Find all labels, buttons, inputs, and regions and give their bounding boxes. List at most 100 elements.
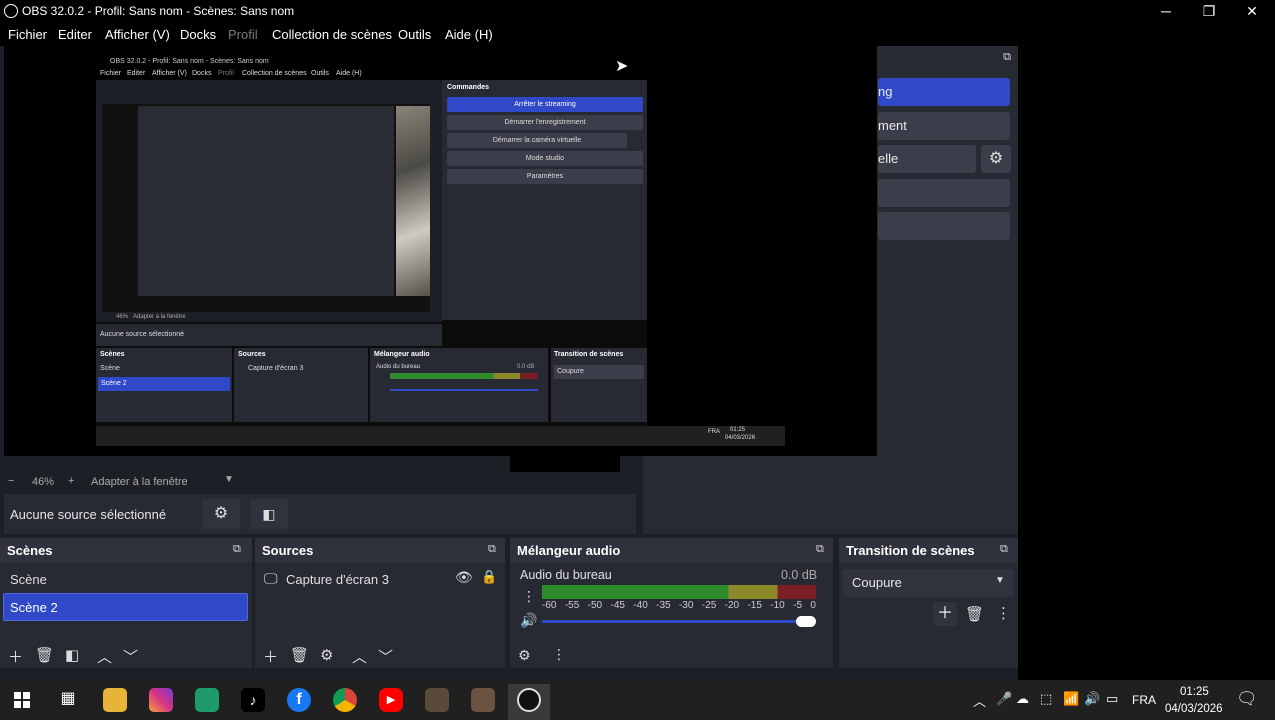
dock-float-icon[interactable]: ⧉ [233, 543, 241, 556]
maximize-button[interactable]: ❐ [1187, 1, 1231, 21]
meter-tick: -20 [724, 600, 740, 611]
meter-tick: 0 [810, 600, 816, 611]
menu-editer[interactable]: Editer [58, 27, 92, 42]
scene-item[interactable]: Scène [10, 572, 47, 587]
move-up-icon[interactable]: ︿ [352, 646, 367, 667]
wifi-icon[interactable]: 📶 [1063, 691, 1079, 707]
volume-icon[interactable]: 🔊 [1084, 691, 1100, 707]
move-down-icon[interactable]: ﹀ [378, 646, 393, 667]
scene-filters-icon[interactable]: ◧ [65, 646, 79, 664]
transition-menu-icon[interactable]: ⋮ [996, 604, 1011, 622]
battery-icon[interactable]: ▭ [1106, 691, 1118, 707]
inner-source: Capture d'écran 3 [248, 365, 304, 372]
dock-float-icon[interactable]: ⧉ [488, 543, 496, 556]
meter-tick: -10 [770, 600, 785, 611]
obs-logo-icon [4, 4, 18, 18]
studio-mode-button[interactable] [878, 179, 1010, 207]
store-icon[interactable] [195, 688, 219, 712]
clock-date[interactable]: 04/03/2026 [1165, 703, 1223, 715]
fit-window-select[interactable]: Adapter à la fenêtre [91, 476, 188, 488]
volume-slider-handle[interactable] [796, 616, 816, 627]
facebook-icon[interactable]: f [287, 688, 311, 712]
dock-float-icon[interactable]: ⧉ [1000, 543, 1008, 556]
volume-slider-track[interactable] [542, 620, 816, 623]
game-icon[interactable] [471, 688, 495, 712]
inner-menu-item: Editer [127, 70, 146, 77]
source-filters-icon[interactable]: ◧ [250, 499, 288, 529]
remove-transition-icon[interactable]: 🗑 [965, 605, 984, 623]
nested-obs [138, 106, 394, 296]
inner-menu-item: Aide (H) [336, 70, 362, 77]
inner-command: Paramètres [447, 169, 643, 184]
chevron-down-icon[interactable]: ▼ [224, 474, 234, 485]
meter-tick: -5 [793, 600, 803, 611]
notification-icon[interactable]: 🗨 [1236, 689, 1258, 709]
minimize-button[interactable]: ─ [1144, 1, 1188, 21]
move-down-icon[interactable]: ﹀ [123, 646, 138, 667]
source-item[interactable]: Capture d'écran 3 [286, 572, 389, 587]
source-properties-icon[interactable]: ⚙ [320, 646, 333, 664]
microphone-icon[interactable]: 🎤 [996, 691, 1012, 707]
mixer-menu-icon[interactable]: ⋮ [552, 646, 566, 663]
add-source-icon[interactable]: ＋ [263, 646, 278, 667]
file-explorer-icon[interactable] [103, 688, 127, 712]
remove-source-icon[interactable]: 🗑 [290, 646, 309, 664]
start-recording-button[interactable]: ment [878, 112, 1010, 140]
virtual-camera-settings-icon[interactable]: ⚙ [981, 145, 1011, 173]
inner-menu-item: Fichier [100, 70, 122, 77]
stop-streaming-button[interactable]: ng [878, 78, 1010, 106]
zoom-out-button[interactable]: − [8, 475, 14, 487]
settings-button[interactable] [878, 212, 1010, 240]
menu-outils[interactable]: Outils [398, 27, 431, 42]
remove-scene-icon[interactable]: 🗑 [35, 646, 54, 664]
meter-tick: -50 [587, 600, 603, 611]
meter-tick: -30 [678, 600, 694, 611]
start-icon[interactable] [14, 692, 30, 708]
audio-options-icon[interactable]: ⋮ [522, 588, 536, 605]
virtual-camera-button[interactable]: elle [878, 145, 976, 173]
cloud-icon[interactable]: ☁ [1016, 691, 1029, 707]
add-transition-icon[interactable]: ＋ [933, 602, 957, 626]
speaker-icon[interactable]: 🔊 [520, 612, 537, 629]
camera-icon[interactable]: ⬚ [1040, 691, 1052, 707]
chevron-down-icon[interactable]: ▼ [995, 575, 1005, 586]
move-up-icon[interactable]: ︿ [97, 646, 112, 667]
instagram-icon[interactable] [149, 688, 173, 712]
clock-time[interactable]: 01:25 [1180, 686, 1209, 698]
inner-command: Arrêter le streaming [447, 97, 643, 112]
nested-wallpaper [396, 106, 430, 296]
youtube-icon[interactable]: ▶ [379, 688, 403, 712]
mixer-settings-icon[interactable]: ⚙ [518, 647, 531, 664]
title-bar: OBS 32.0.2 - Profil: Sans nom - Scènes: … [0, 0, 1275, 22]
eye-icon[interactable]: 👁 [455, 569, 473, 586]
inner-menu-item: Outils [311, 70, 329, 77]
zoom-in-button[interactable]: + [68, 475, 74, 487]
audio-mixer-dock: Mélangeur audio ⧉ Audio du bureau 0.0 dB… [510, 538, 833, 668]
menu-fichier[interactable]: Fichier [8, 27, 47, 42]
close-button[interactable]: ✕ [1230, 1, 1274, 21]
menu-profil[interactable]: Profil [228, 27, 258, 42]
language-indicator[interactable]: FRA [1132, 693, 1156, 707]
menu-aide[interactable]: Aide (H) [445, 27, 493, 42]
dock-float-icon[interactable]: ⧉ [816, 543, 824, 556]
task-view-icon[interactable]: ▦ [56, 688, 80, 712]
game-icon[interactable] [425, 688, 449, 712]
dock-float-icon[interactable]: ⧉ [1000, 51, 1014, 65]
chrome-icon[interactable] [333, 688, 357, 712]
lock-icon[interactable]: 🔒 [481, 569, 497, 585]
menu-afficher[interactable]: Afficher (V) [105, 27, 170, 42]
inner-scenes-title: Scènes [100, 351, 125, 358]
scene-item-selected[interactable]: Scène 2 [3, 593, 248, 621]
chevron-up-icon[interactable]: ︿ [973, 691, 986, 710]
inner-title: OBS 32.0.2 - Profil: Sans nom - Scènes: … [96, 56, 785, 68]
obs-icon[interactable] [517, 688, 541, 712]
transition-select[interactable]: Coupure [843, 569, 1014, 597]
menu-docks[interactable]: Docks [180, 27, 216, 42]
meter-tick: -25 [701, 600, 717, 611]
menu-bar: Fichier Editer Afficher (V) Docks Profil… [0, 22, 1275, 46]
source-properties-icon[interactable]: ⚙ [202, 499, 240, 529]
tiktok-icon[interactable]: ♪ [241, 688, 265, 712]
menu-collection-scenes[interactable]: Collection de scènes [272, 27, 392, 42]
add-scene-icon[interactable]: ＋ [8, 646, 23, 667]
inner-menu-item: Afficher (V) [152, 70, 187, 77]
